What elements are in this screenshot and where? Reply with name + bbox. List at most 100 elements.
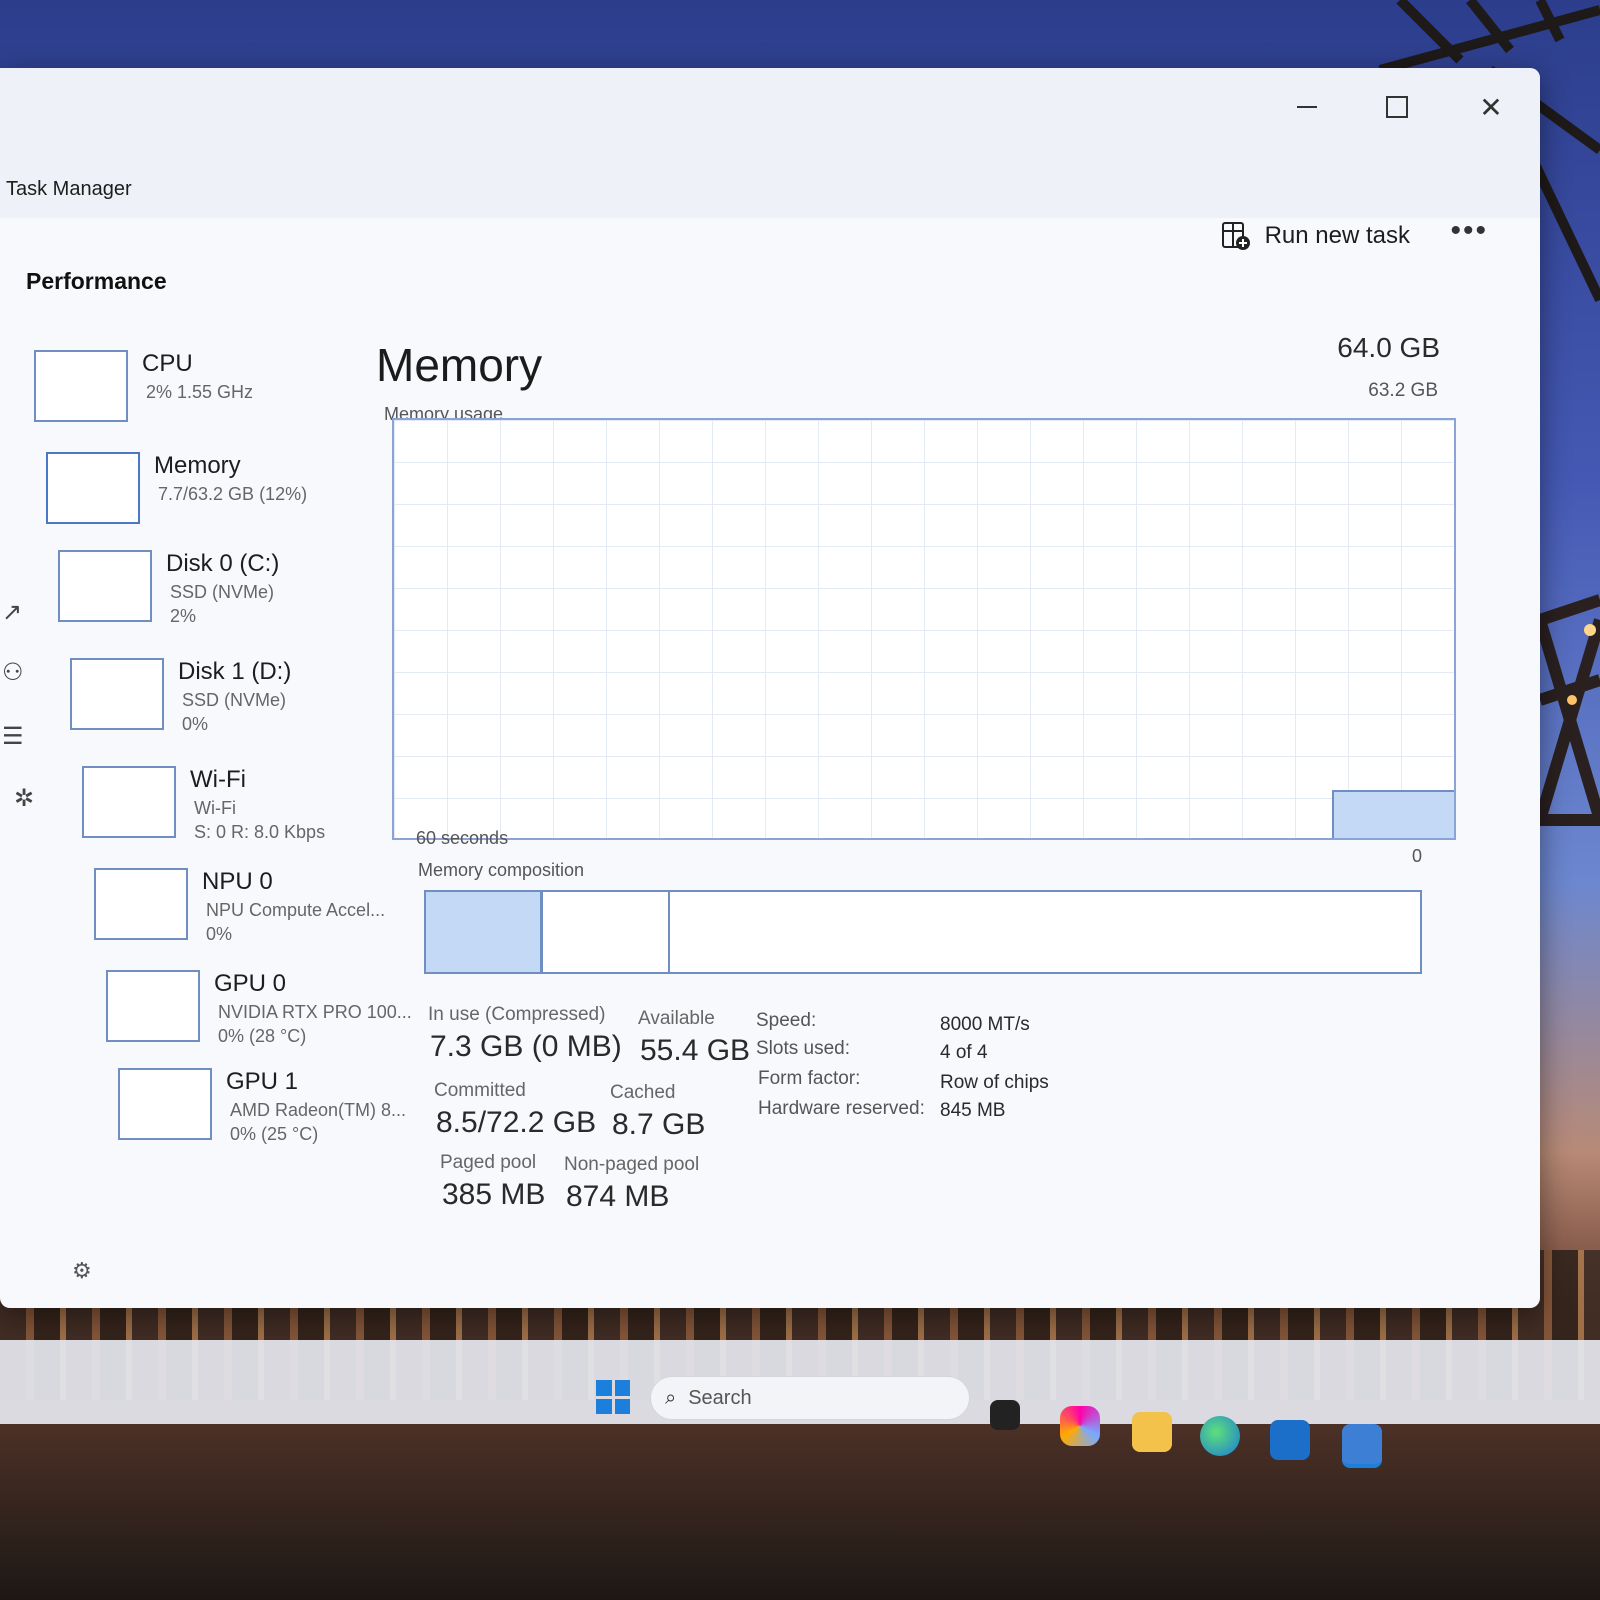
device-gpu-0[interactable]: GPU 0 NVIDIA RTX PRO 100... 0% (28 °C): [106, 970, 436, 1060]
device-usage: 0%: [182, 714, 209, 734]
device-memory[interactable]: Memory 7.7/63.2 GB (12%): [46, 452, 376, 542]
device-name: NPU 0: [202, 868, 273, 895]
non-paged-pool-label: Non-paged pool: [564, 1154, 700, 1175]
cpu-thumbnail: [34, 350, 128, 422]
close-button[interactable]: ✕: [1468, 84, 1514, 130]
composition-in-use: [426, 892, 544, 972]
speed-label: Speed:: [756, 1010, 817, 1031]
device-npu-0[interactable]: NPU 0 NPU Compute Accel... 0%: [94, 868, 424, 958]
device-detail: NVIDIA RTX PRO 100...: [218, 1002, 412, 1022]
page-title: Performance: [26, 268, 167, 294]
gpu-0-thumbnail: [106, 970, 200, 1042]
start-button[interactable]: [596, 1380, 630, 1414]
windows-logo-icon: [596, 1398, 612, 1414]
more-options-button[interactable]: •••: [1450, 214, 1488, 248]
npu-thumbnail: [94, 868, 188, 940]
device-disk-1[interactable]: Disk 1 (D:) SSD (NVMe) 0%: [70, 658, 400, 748]
users-icon[interactable]: ⚇: [2, 658, 24, 687]
device-name: Wi-Fi: [190, 766, 246, 793]
task-view-icon[interactable]: [990, 1400, 1020, 1430]
committed-label: Committed: [434, 1080, 526, 1101]
device-wifi[interactable]: Wi-Fi Wi-Fi S: 0 R: 8.0 Kbps: [82, 766, 412, 856]
composition-modified: [543, 892, 670, 972]
minimize-button[interactable]: [1284, 84, 1330, 130]
settings-gear-icon[interactable]: ⚙: [72, 1258, 92, 1284]
close-icon: ✕: [1479, 91, 1503, 123]
services-icon[interactable]: ✲: [14, 784, 34, 813]
memory-title: Memory: [376, 339, 543, 391]
device-name: Memory: [154, 452, 241, 479]
available-value: 55.4 GB: [640, 1034, 751, 1067]
committed-value: 8.5/72.2 GB: [436, 1106, 597, 1139]
speed-value: 8000 MT/s: [940, 1014, 1030, 1035]
device-usage: 2%: [170, 606, 197, 626]
hardware-reserved-label: Hardware reserved:: [758, 1098, 925, 1119]
windows-logo-icon: [596, 1380, 612, 1396]
in-use-value: 7.3 GB (0 MB): [430, 1030, 622, 1063]
search-icon: ⌕: [665, 1386, 677, 1409]
details-icon[interactable]: ☰: [2, 722, 24, 751]
device-detail: Wi-Fi: [194, 798, 236, 818]
device-name: Disk 1 (D:): [178, 658, 292, 685]
windows-logo-icon: [614, 1398, 630, 1414]
device-gpu-1[interactable]: GPU 1 AMD Radeon(TM) 8... 0% (25 °C): [118, 1068, 448, 1158]
memory-composition-label: Memory composition: [418, 860, 585, 880]
taskbar-search[interactable]: ⌕ Search: [650, 1376, 970, 1420]
memory-total: 64.0 GB: [1337, 332, 1440, 363]
non-paged-pool-value: 874 MB: [566, 1180, 670, 1213]
minimize-icon: [1297, 106, 1317, 108]
store-icon[interactable]: [1270, 1420, 1310, 1460]
app-history-icon[interactable]: ↗: [2, 598, 22, 627]
device-usage: S: 0 R: 8.0 Kbps: [194, 822, 326, 842]
title-bar[interactable]: Task Manager ✕: [0, 68, 1540, 218]
cached-label: Cached: [610, 1082, 676, 1103]
available-label: Available: [638, 1008, 715, 1029]
disk-0-thumbnail: [58, 550, 152, 622]
device-usage: 0% (25 °C): [230, 1124, 319, 1144]
memory-usage-fill: [1332, 789, 1454, 838]
maximize-button[interactable]: [1374, 84, 1420, 130]
hardware-reserved-value: 845 MB: [940, 1100, 1006, 1121]
edge-browser-icon[interactable]: [1200, 1416, 1240, 1456]
maximize-icon: [1386, 96, 1408, 118]
run-new-task-icon: [1221, 222, 1250, 250]
memory-composition-bar[interactable]: [424, 890, 1422, 974]
device-cpu[interactable]: CPU 2% 1.55 GHz: [34, 350, 364, 440]
device-detail: 7.7/63.2 GB (12%): [158, 484, 308, 504]
window-title: Task Manager: [6, 178, 132, 200]
memory-thumbnail: [46, 452, 140, 524]
cached-value: 8.7 GB: [612, 1108, 706, 1141]
device-name: GPU 1: [226, 1068, 299, 1095]
device-name: GPU 0: [214, 970, 287, 997]
search-placeholder: Search: [688, 1386, 752, 1409]
wifi-thumbnail: [82, 766, 176, 838]
device-name: Disk 0 (C:): [166, 550, 280, 577]
paged-pool-value: 385 MB: [442, 1178, 546, 1211]
device-name: CPU: [142, 350, 193, 377]
slots-used-value: 4 of 4: [940, 1042, 988, 1063]
windows-logo-icon: [614, 1380, 630, 1396]
run-new-task-button[interactable]: Run new task: [1221, 216, 1410, 256]
memory-graph-max: 63.2 GB: [1368, 380, 1438, 401]
form-factor-value: Row of chips: [940, 1072, 1049, 1093]
device-detail: AMD Radeon(TM) 8...: [230, 1100, 407, 1120]
slots-used-label: Slots used:: [756, 1038, 850, 1059]
task-manager-window: Task Manager ✕ Run new task ••• Performa…: [0, 68, 1540, 1308]
device-usage: 0%: [206, 924, 233, 944]
device-detail: SSD (NVMe): [170, 582, 275, 602]
run-new-task-label: Run new task: [1264, 222, 1410, 249]
disk-1-thumbnail: [70, 658, 164, 730]
task-manager-taskbar-icon[interactable]: [1342, 1424, 1382, 1468]
device-detail: 2% 1.55 GHz: [146, 382, 254, 402]
device-usage: 0% (28 °C): [218, 1026, 307, 1046]
graph-axis-zero: 0: [1411, 846, 1422, 866]
gpu-1-thumbnail: [118, 1068, 212, 1140]
file-explorer-icon[interactable]: [1132, 1412, 1172, 1452]
in-use-label: In use (Compressed): [428, 1004, 606, 1025]
paged-pool-label: Paged pool: [440, 1152, 537, 1173]
copilot-icon[interactable]: [1060, 1406, 1100, 1446]
device-detail: NPU Compute Accel...: [206, 900, 386, 920]
form-factor-label: Form factor:: [758, 1068, 861, 1089]
graph-time-span: 60 seconds: [416, 828, 509, 848]
device-disk-0[interactable]: Disk 0 (C:) SSD (NVMe) 2%: [58, 550, 388, 640]
